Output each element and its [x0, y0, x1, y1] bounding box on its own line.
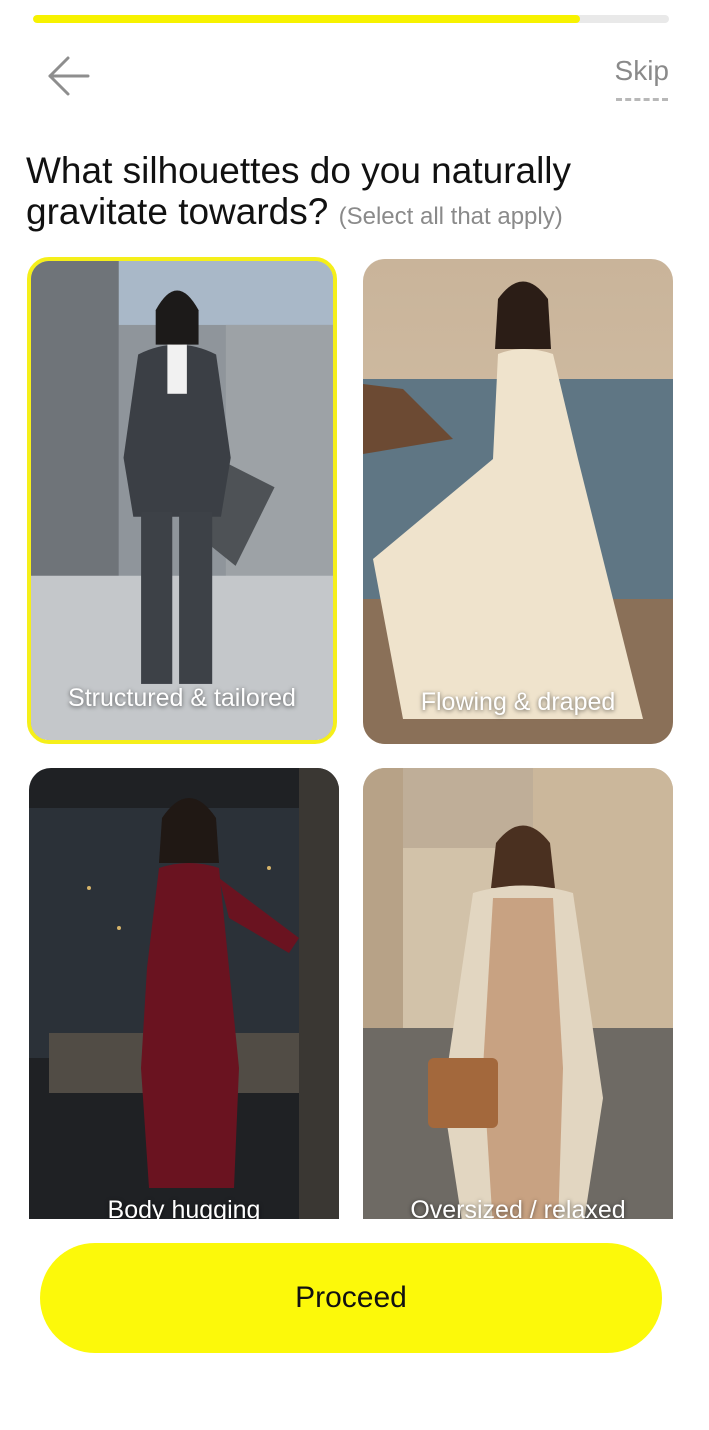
proceed-button[interactable]: Proceed	[40, 1243, 662, 1353]
question-hint: (Select all that apply)	[338, 203, 563, 230]
option-card-oversized-relaxed[interactable]: Oversized / relaxed	[363, 768, 673, 1219]
skip-label: Skip	[614, 55, 669, 86]
question-title: What silhouettes do you naturally gravit…	[26, 150, 686, 237]
progress-bar	[33, 15, 669, 23]
option-card-flowing-draped[interactable]: Flowing & draped	[363, 259, 673, 744]
skip-underline	[615, 98, 668, 101]
skip-button[interactable]: Skip	[615, 54, 669, 101]
option-card-structured-tailored[interactable]: Structured & tailored	[27, 257, 337, 744]
options-grid: Structured & tailored Flowing & draped B…	[27, 257, 675, 1219]
arrow-left-icon	[48, 56, 90, 96]
option-label: Flowing & draped	[420, 688, 616, 716]
option-image-oversized-relaxed	[363, 768, 673, 1219]
option-card-body-hugging[interactable]: Body hugging	[29, 768, 339, 1219]
back-button[interactable]	[40, 50, 96, 102]
option-image-flowing-draped	[363, 259, 673, 744]
option-label: Body hugging	[107, 1196, 261, 1219]
progress-bar-fill	[33, 15, 580, 23]
option-image-body-hugging	[29, 768, 339, 1219]
option-label: Structured & tailored	[68, 684, 296, 712]
option-label: Oversized / relaxed	[410, 1196, 626, 1219]
option-image-structured-tailored	[31, 261, 333, 740]
